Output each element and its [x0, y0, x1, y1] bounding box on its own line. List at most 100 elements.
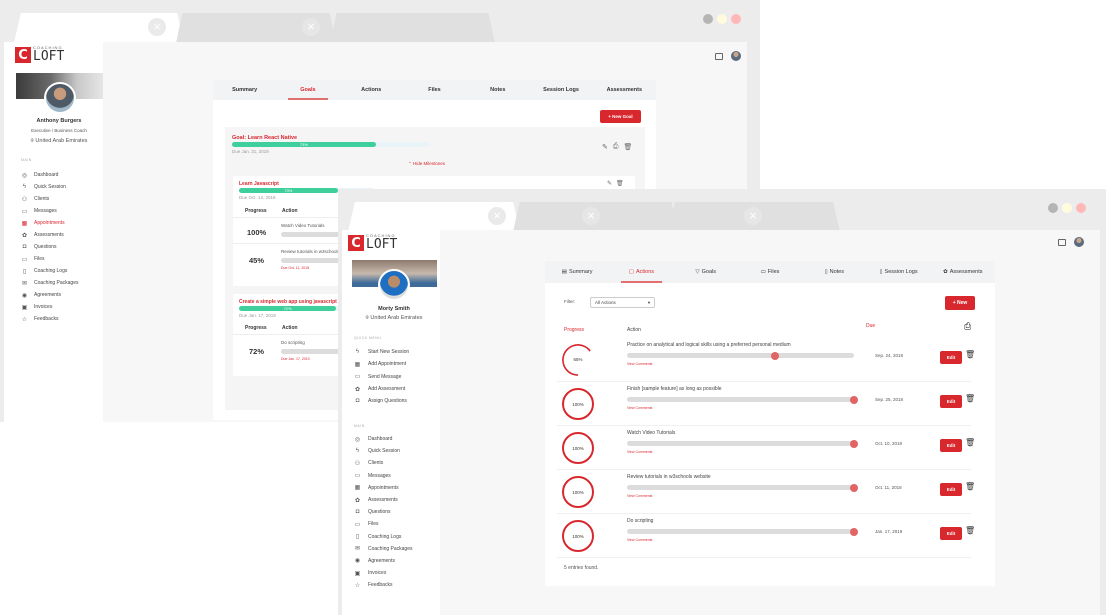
view-comments-link[interactable]: View Comments	[627, 450, 652, 454]
row-progress-slider[interactable]	[281, 258, 341, 263]
trash-icon[interactable]: 🗑	[965, 394, 975, 403]
sidebar-item-messages[interactable]: ▭ Messages	[21, 205, 78, 217]
trash-icon[interactable]: 🗑	[616, 180, 624, 187]
user-avatar-icon[interactable]	[1074, 237, 1084, 247]
maximize-button[interactable]	[1062, 203, 1072, 213]
minimize-button[interactable]	[1048, 203, 1058, 213]
sidebar-item-invoices[interactable]: ▣ Invoices	[21, 301, 78, 313]
action-title[interactable]: Watch Video Tutorials	[627, 430, 675, 436]
browser-tab-1[interactable]: ×	[14, 13, 184, 43]
sidebar-item-clients[interactable]: ⚇ Clients	[21, 193, 78, 205]
messages-icon[interactable]	[715, 52, 723, 60]
print-icon[interactable]: ⎙	[964, 321, 971, 332]
edit-button[interactable]: Edit	[940, 483, 962, 496]
view-comments-link[interactable]: View Comments	[627, 406, 652, 410]
row-progress-slider[interactable]	[281, 349, 341, 354]
sidebar-item-assessments[interactable]: ✿ Assessments	[21, 229, 78, 241]
print-icon[interactable]: ⎙	[613, 143, 619, 151]
tab-summary[interactable]: ▤ Summary	[545, 261, 609, 283]
logo[interactable]: C COACHING LOFT	[15, 46, 64, 63]
action-title[interactable]: Review tutorials in w3schools website	[627, 474, 711, 480]
sidebar-item-coaching-packages[interactable]: ✉ Coaching Packages	[21, 277, 79, 289]
trash-icon[interactable]: 🗑	[965, 526, 975, 535]
close-tab-icon[interactable]: ×	[488, 207, 506, 225]
sidebar-item-files[interactable]: ▭ Files	[354, 518, 412, 530]
tab-actions[interactable]: ▢ Actions	[609, 261, 673, 283]
sidebar-item-agreements[interactable]: ◉ Agreements	[354, 555, 412, 567]
action-progress-slider[interactable]	[627, 351, 854, 360]
maximize-button[interactable]	[717, 14, 727, 24]
tab-assessments[interactable]: ✿ Assessments	[931, 261, 995, 283]
browser-tab-3[interactable]: ×	[668, 202, 840, 232]
action-progress-slider[interactable]	[627, 395, 858, 404]
messages-icon[interactable]	[1058, 238, 1066, 246]
filter-select[interactable]: All Actions ▼	[590, 297, 655, 308]
row-progress-slider[interactable]	[281, 232, 341, 237]
close-tab-icon[interactable]: ×	[744, 207, 762, 225]
edit-button[interactable]: Edit	[940, 395, 962, 408]
view-comments-link[interactable]: View Comments	[627, 538, 652, 542]
close-window-button[interactable]	[1076, 203, 1086, 213]
sidebar-item-coaching-logs[interactable]: ▯ Coaching Logs	[21, 265, 78, 277]
slider-knob[interactable]	[850, 395, 858, 404]
tab-files[interactable]: Files	[403, 80, 466, 100]
trash-icon[interactable]: 🗑	[965, 482, 975, 491]
tab-goals[interactable]: Goals	[276, 80, 339, 100]
tab-files[interactable]: ▭ Files	[738, 261, 802, 283]
quick-menu-item-assign-questions[interactable]: ◘ Assign Questions	[354, 395, 409, 407]
view-comments-link[interactable]: View Comments	[627, 494, 652, 498]
sidebar-item-questions[interactable]: ◘ Questions	[354, 506, 412, 518]
tab-assessments[interactable]: Assessments	[593, 80, 656, 100]
trash-icon[interactable]: 🗑	[965, 350, 975, 359]
new-action-button[interactable]: + New	[945, 296, 975, 310]
trash-icon[interactable]: 🗑	[623, 143, 632, 151]
browser-tab-2[interactable]: ×	[513, 202, 678, 232]
sidebar-item-appointments[interactable]: ▦ Appointments	[354, 482, 412, 494]
quick-menu-item-add-appointment[interactable]: ▦ Add Appointment	[354, 358, 409, 370]
sidebar-item-appointments[interactable]: ▦ Appointments	[21, 217, 78, 229]
tab-goals[interactable]: ▽ Goals	[674, 261, 738, 283]
sidebar-item-invoices[interactable]: ▣ Invoices	[354, 567, 412, 579]
edit-button[interactable]: Edit	[940, 527, 962, 540]
slider-knob[interactable]	[850, 439, 858, 448]
close-tab-icon[interactable]: ×	[148, 18, 166, 36]
new-goal-button[interactable]: + New Goal	[600, 110, 641, 123]
slider-knob[interactable]	[850, 483, 858, 492]
browser-tab-3[interactable]	[330, 13, 495, 43]
browser-tab-2[interactable]: ×	[176, 13, 336, 43]
quick-menu-item-add-assessment[interactable]: ✿ Add Assessment	[354, 383, 409, 395]
tab-summary[interactable]: Summary	[213, 80, 276, 100]
sidebar-item-feedbacks[interactable]: ☆ Feedbacks	[21, 313, 78, 325]
sidebar-item-messages[interactable]: ▭ Messages	[354, 470, 412, 482]
slider-knob[interactable]	[770, 351, 779, 360]
sidebar-item-assessments[interactable]: ✿ Assessments	[354, 494, 412, 506]
edit-icon[interactable]: ✎	[602, 143, 608, 151]
sidebar-item-files[interactable]: ▭ Files	[21, 253, 78, 265]
action-progress-slider[interactable]	[627, 483, 858, 492]
sidebar-item-feedbacks[interactable]: ☆ Feedbacks	[354, 579, 412, 591]
sidebar-item-agreements[interactable]: ◉ Agreements	[21, 289, 78, 301]
user-avatar-icon[interactable]	[731, 51, 741, 61]
profile-avatar[interactable]	[378, 269, 410, 301]
tab-actions[interactable]: Actions	[340, 80, 403, 100]
goal-title[interactable]: Goal: Learn React Native	[232, 135, 297, 141]
action-progress-slider[interactable]	[627, 439, 858, 448]
tab-notes[interactable]: ▯ Notes	[802, 261, 866, 283]
profile-avatar[interactable]	[44, 82, 76, 114]
milestone-title[interactable]: Learn Javascript	[239, 181, 279, 187]
edit-button[interactable]: Edit	[940, 351, 962, 364]
sidebar-item-coaching-logs[interactable]: ▯ Coaching Logs	[354, 531, 412, 543]
quick-menu-item-send-message[interactable]: ▭ Send Message	[354, 371, 409, 383]
sidebar-item-quick-session[interactable]: ϟ Quick Session	[21, 181, 78, 193]
trash-icon[interactable]: 🗑	[965, 438, 975, 447]
quick-menu-item-start-new-session[interactable]: ϟ Start New Session	[354, 346, 409, 358]
action-progress-slider[interactable]	[627, 527, 858, 536]
browser-tab-1[interactable]: ×	[348, 202, 520, 232]
sidebar-item-quick-session[interactable]: ϟ Quick Session	[354, 445, 412, 457]
sidebar-item-coaching-packages[interactable]: ✉ Coaching Packages	[354, 543, 413, 555]
hide-milestones-link[interactable]: ⌃ Hide Milestones	[408, 161, 445, 167]
minimize-button[interactable]	[703, 14, 713, 24]
view-comments-link[interactable]: View Comments	[627, 362, 652, 366]
edit-icon[interactable]: ✎	[607, 180, 612, 187]
milestone-title[interactable]: Create a simple web app using javascript	[239, 299, 337, 305]
